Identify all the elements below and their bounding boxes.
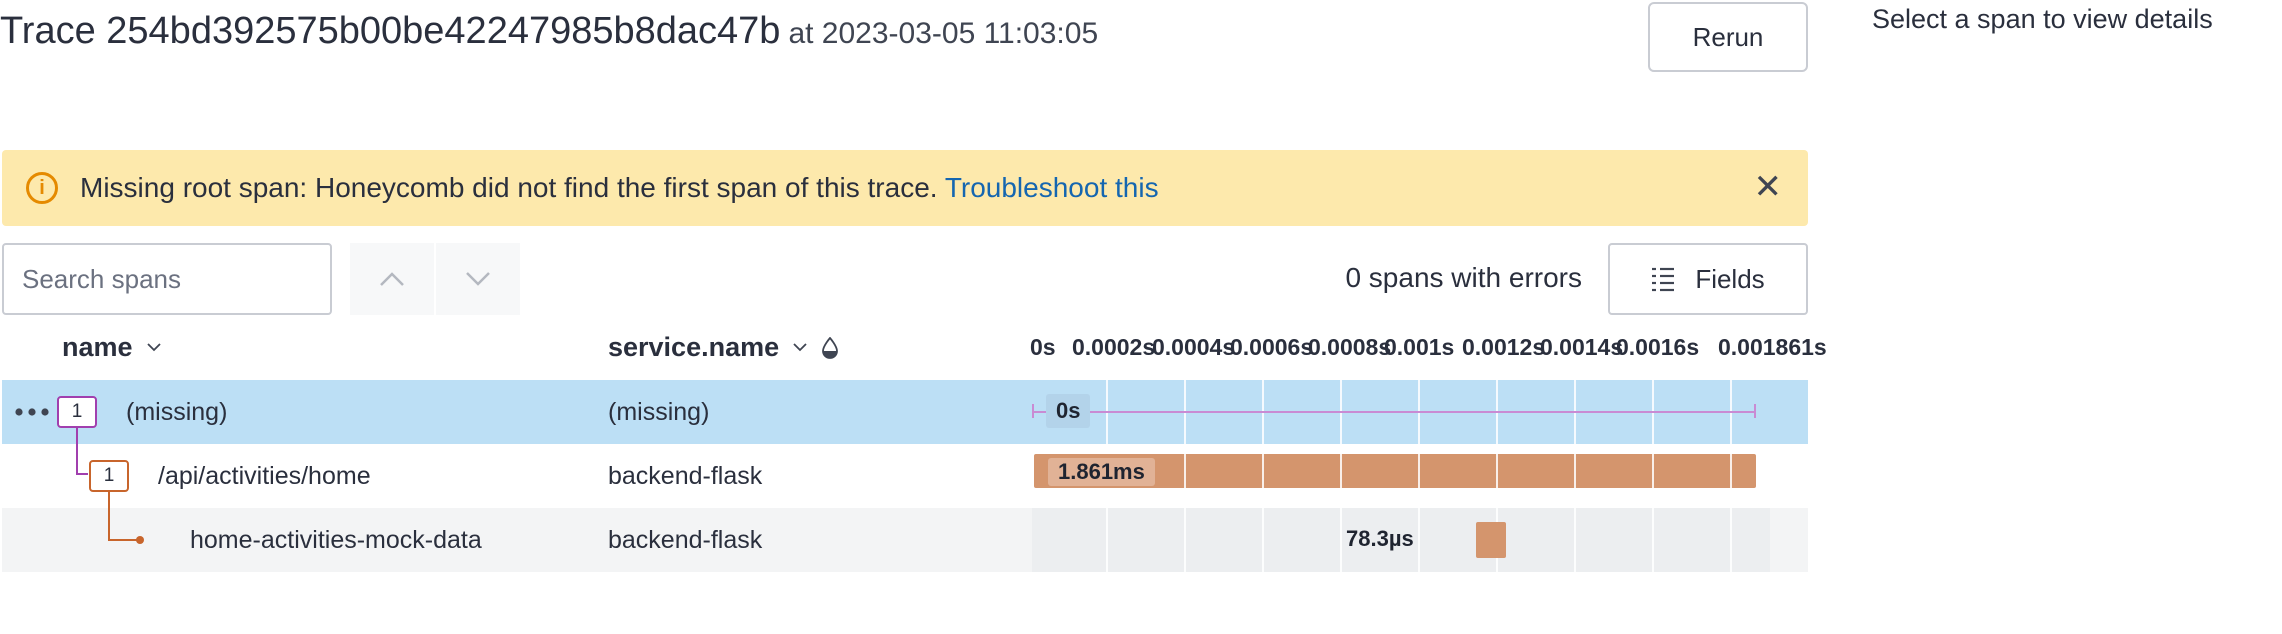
search-spans-input[interactable] — [2, 243, 332, 315]
timeline-tick: 0.0008s — [1308, 334, 1392, 360]
span-row-missing-root[interactable]: 1 (missing) (missing) 0s — [2, 380, 1808, 444]
span-detail-hint: Select a span to view details — [1872, 4, 2213, 34]
span-errors-count: 0 spans with errors — [1345, 262, 1582, 293]
chevron-up-icon — [380, 272, 404, 286]
previous-match-button[interactable] — [350, 243, 434, 315]
timeline-tick: 0.0002s — [1072, 334, 1156, 360]
timeline-tick: 0.001861s — [1718, 334, 1827, 360]
service-column-header[interactable]: service.name — [608, 332, 839, 363]
timeline-tick: 0.001s — [1384, 334, 1455, 360]
color-drop-icon[interactable] — [821, 336, 839, 359]
timeline-tick: 0.0014s — [1540, 334, 1624, 360]
span-name: home-activities-mock-data — [190, 526, 482, 554]
span-service: (missing) — [608, 398, 710, 426]
trace-id-title: Trace 254bd392575b00be42247985b8dac47b — [0, 10, 781, 52]
span-service: backend-flask — [608, 462, 763, 490]
banner-text: Missing root span: Honeycomb did not fin… — [80, 172, 938, 203]
next-match-button[interactable] — [436, 243, 520, 315]
timeline-tick: 0.0006s — [1230, 334, 1314, 360]
span-duration-label: 0s — [1046, 394, 1091, 428]
span-timeline: 78.3µs — [1032, 508, 1770, 572]
name-column-header[interactable]: name — [62, 332, 161, 363]
trace-title: Trace 254bd392575b00be42247985b8dac47b at… — [0, 10, 1098, 53]
chevron-down-icon — [793, 343, 807, 352]
trace-timestamp: at 2023-03-05 11:03:05 — [788, 17, 1099, 50]
fields-label: Fields — [1695, 263, 1765, 294]
service-column-label: service.name — [608, 332, 780, 362]
banner-message: Missing root span: Honeycomb did not fin… — [80, 172, 1159, 204]
span-tree-connectors — [76, 428, 144, 544]
rerun-button[interactable]: Rerun — [1648, 2, 1808, 72]
close-icon[interactable]: ✕ — [1754, 170, 1783, 204]
span-timeline: 0s — [1032, 380, 1770, 444]
span-row-api-activities-home[interactable]: 1 /api/activities/home backend-flask 1.8… — [2, 444, 1808, 508]
timeline-tick: 0s — [1030, 334, 1056, 360]
chevron-down-icon — [146, 343, 161, 352]
span-bar — [1032, 411, 1756, 413]
troubleshoot-link[interactable]: Troubleshoot this — [945, 172, 1159, 203]
span-duration-label: 78.3µs — [1346, 526, 1414, 551]
span-service: backend-flask — [608, 526, 763, 554]
list-icon — [1652, 267, 1675, 292]
span-timeline: 1.861ms — [1032, 444, 1770, 508]
fields-button[interactable]: Fields — [1608, 243, 1808, 315]
span-bar — [1476, 522, 1506, 558]
chevron-down-icon — [466, 272, 490, 286]
span-row-home-activities-mock-data[interactable]: home-activities-mock-data backend-flask … — [2, 508, 1808, 572]
name-column-label: name — [62, 332, 133, 362]
timeline-tick: 0.0016s — [1616, 334, 1700, 360]
missing-root-banner: i Missing root span: Honeycomb did not f… — [2, 150, 1808, 226]
timeline-tick: 0.0012s — [1462, 334, 1546, 360]
timeline-tick: 0.0004s — [1152, 334, 1236, 360]
span-duration-label: 1.861ms — [1048, 458, 1155, 486]
info-icon: i — [26, 172, 58, 204]
